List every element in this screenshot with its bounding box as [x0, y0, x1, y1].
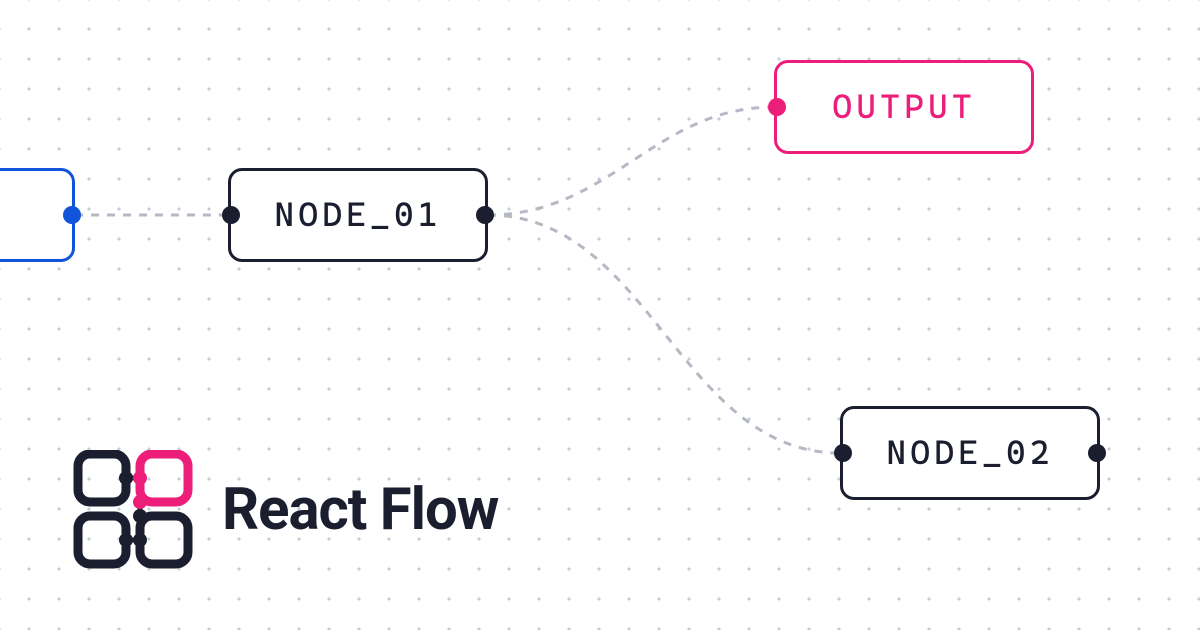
node-node02-label: NODE_02 — [886, 432, 1053, 472]
handle-node01-target[interactable] — [222, 206, 240, 224]
node-node01-label: NODE_01 — [274, 194, 441, 234]
handle-node02-source[interactable] — [1088, 444, 1106, 462]
handle-node01-source[interactable] — [476, 206, 494, 224]
react-flow-logo-icon — [70, 450, 200, 570]
handle-node02-target[interactable] — [834, 444, 852, 462]
brand-name: React Flow — [222, 476, 498, 544]
handle-input-source[interactable] — [63, 206, 81, 224]
edge-node01-to-node02 — [488, 215, 840, 453]
node-node01[interactable]: NODE_01 — [228, 168, 488, 262]
node-output[interactable]: OUTPUT — [774, 60, 1034, 154]
node-output-label: OUTPUT — [832, 86, 976, 126]
edge-node01-to-output — [488, 107, 774, 215]
node-node02[interactable]: NODE_02 — [840, 406, 1100, 500]
brand: React Flow — [70, 450, 498, 570]
node-input[interactable] — [0, 168, 75, 262]
handle-output-target[interactable] — [768, 98, 786, 116]
